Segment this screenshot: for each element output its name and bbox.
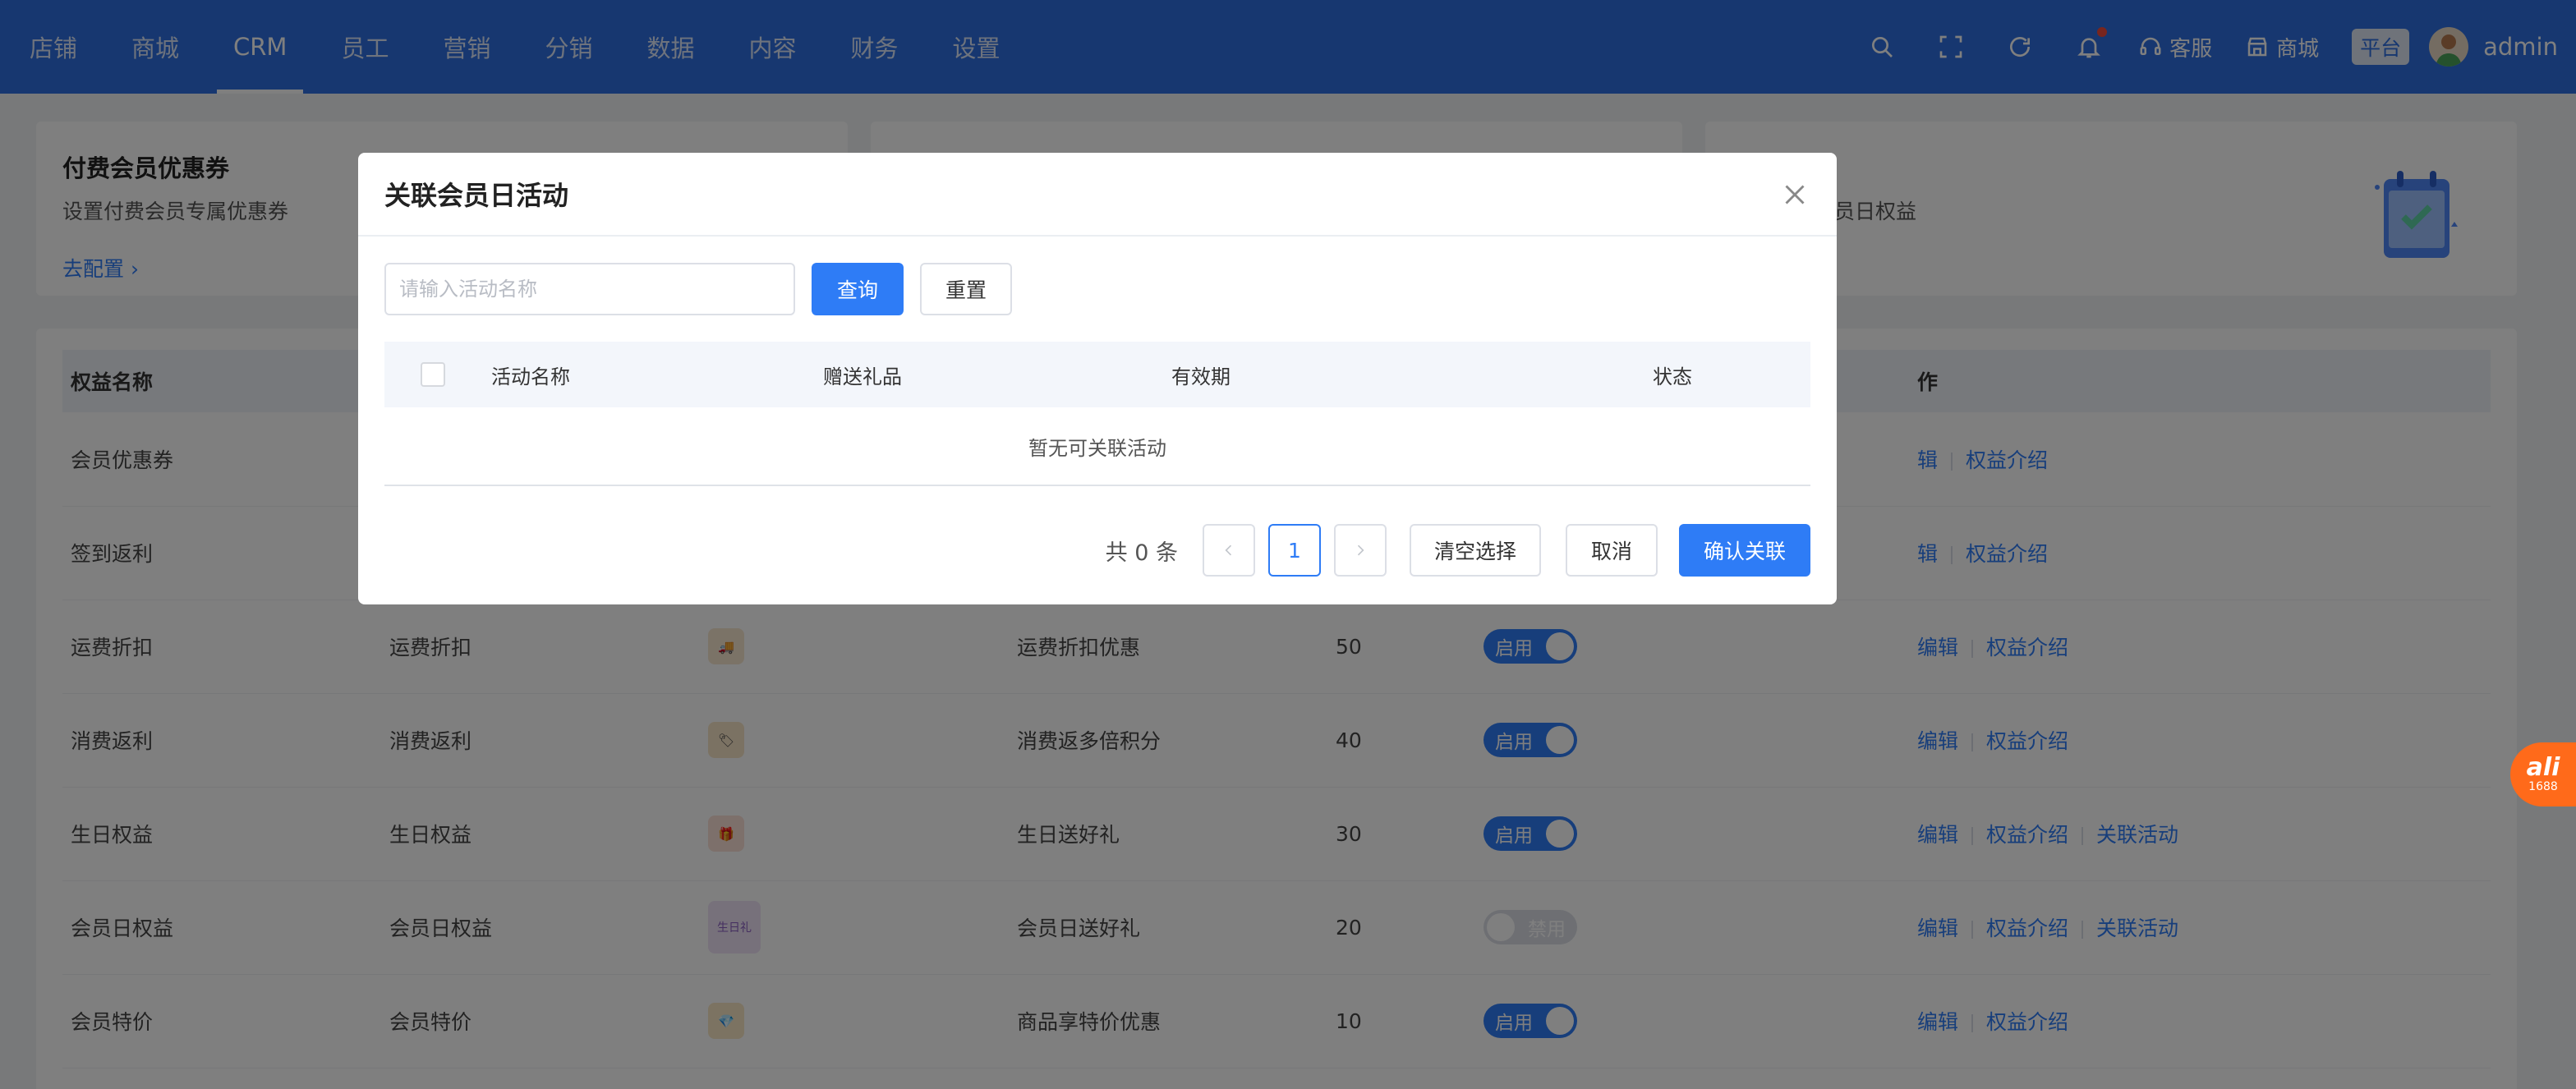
confirm-link-button[interactable]: 确认关联 [1679,524,1810,577]
dialog-footer: 共 0 条 1 清空选择 取消 确认关联 [384,524,1810,577]
prev-page-button[interactable] [1203,524,1255,577]
total-count: 共 0 条 [1105,540,1178,566]
col-validity: 有效期 [1171,365,1230,388]
select-all-checkbox[interactable] [421,362,445,387]
filter-row: 查询 重置 [384,263,1810,315]
reset-button[interactable]: 重置 [920,263,1012,315]
float-1688-badge[interactable]: ali 1688 [2510,742,2576,806]
close-icon[interactable] [1778,177,1812,212]
float-badge-label: 1688 [2528,780,2558,793]
dialog-title: 关联会员日活动 [384,180,569,211]
query-button[interactable]: 查询 [812,263,904,315]
dialog-body: 查询 重置 活动名称 赠送礼品 有效期 状态 暂无可关联活动 共 0 条 1 清… [358,237,1837,577]
cancel-button[interactable]: 取消 [1566,524,1658,577]
link-member-day-dialog: 关联会员日活动 查询 重置 活动名称 赠送礼品 有效期 状态 暂无可关联活动 共… [358,153,1837,604]
chevron-left-icon [1225,544,1232,556]
col-status: 状态 [1653,365,1692,388]
activity-table: 活动名称 赠送礼品 有效期 状态 暂无可关联活动 [384,342,1810,486]
col-activity-name: 活动名称 [491,365,570,388]
activity-table-header: 活动名称 赠送礼品 有效期 状态 [384,342,1810,407]
empty-state: 暂无可关联活动 [384,407,1810,486]
col-gift: 赠送礼品 [823,365,902,388]
clear-selection-button[interactable]: 清空选择 [1410,524,1541,577]
chevron-right-icon [1357,544,1364,556]
brand-logo-icon: ali [2526,753,2560,782]
page-number-1[interactable]: 1 [1268,524,1321,577]
activity-name-input[interactable] [384,263,795,315]
dialog-header: 关联会员日活动 [358,153,1837,237]
next-page-button[interactable] [1334,524,1387,577]
